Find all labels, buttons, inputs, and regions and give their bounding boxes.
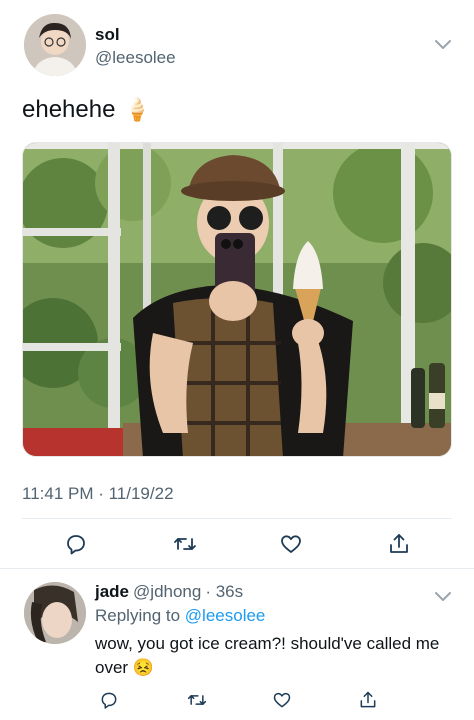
reply-header: jade @jdhong · 36s: [95, 582, 243, 602]
reply-author-name[interactable]: jade: [95, 582, 129, 602]
reply-icon[interactable]: [95, 686, 123, 714]
chevron-down-icon[interactable]: [434, 38, 452, 56]
author-handle[interactable]: @leesolee: [95, 48, 176, 68]
reply-author-handle[interactable]: @jdhong: [133, 582, 201, 602]
divider: [22, 518, 452, 519]
tweet-text-content: ehehehe: [22, 96, 116, 123]
author-name[interactable]: sol: [95, 25, 120, 45]
divider: [0, 568, 474, 569]
replying-to-line: Replying to @leesolee: [95, 606, 265, 626]
reply-time[interactable]: · 36s: [205, 582, 243, 602]
like-icon[interactable]: [268, 686, 296, 714]
like-icon[interactable]: [277, 530, 305, 558]
tweet-photo[interactable]: [22, 142, 452, 457]
share-icon[interactable]: [385, 530, 413, 558]
retweet-icon[interactable]: [183, 686, 211, 714]
replying-to-prefix: Replying to: [95, 606, 181, 625]
reply-text: wow, you got ice cream?! should've calle…: [95, 632, 455, 680]
ice-cream-emoji: 🍦: [123, 97, 151, 122]
reply-author-avatar[interactable]: [24, 582, 86, 644]
retweet-icon[interactable]: [171, 530, 199, 558]
share-icon[interactable]: [354, 686, 382, 714]
persevering-face-emoji: 😣: [132, 658, 154, 677]
chevron-down-icon[interactable]: [434, 590, 452, 608]
author-avatar[interactable]: [24, 14, 86, 76]
tweet-timestamp[interactable]: 11:41 PM · 11/19/22: [22, 484, 174, 504]
reply-icon[interactable]: [62, 530, 90, 558]
tweet-text: ehehehe 🍦: [22, 96, 151, 124]
replying-to-link[interactable]: @leesolee: [185, 606, 266, 625]
